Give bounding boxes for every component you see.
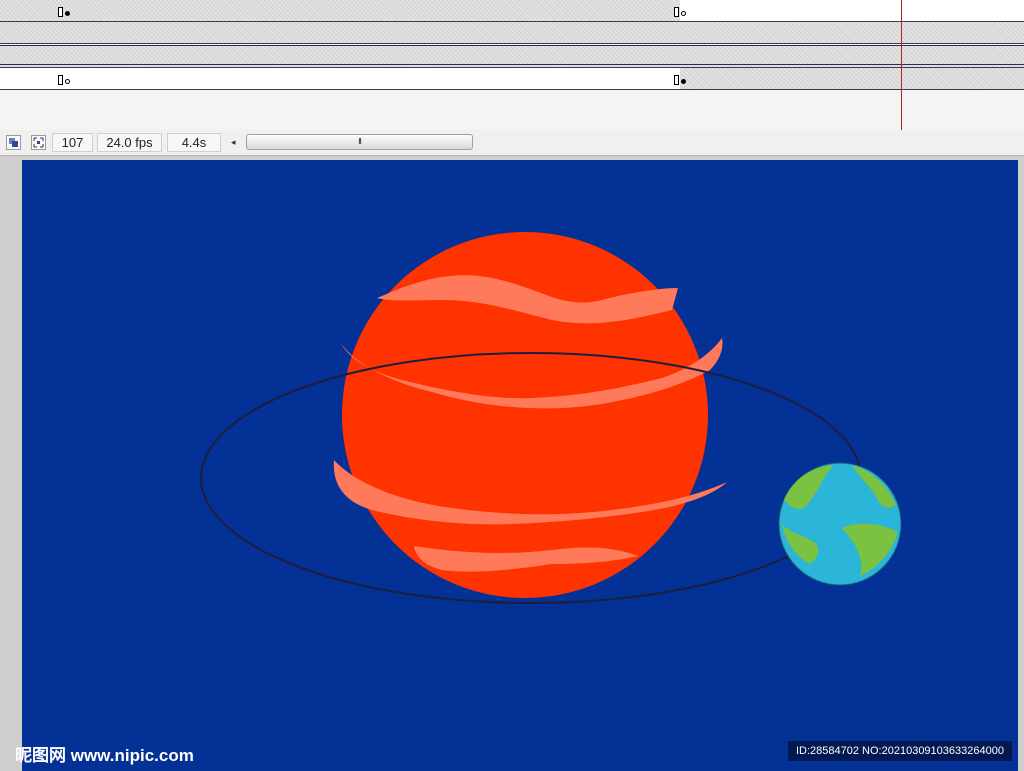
scroll-left-arrow-icon[interactable]: ◂ [231,134,241,151]
red-planet[interactable] [342,232,708,598]
watermark-left: 昵图网 www.nipic.com [15,746,194,765]
layer-4-tween-span [0,68,680,89]
stage-artwork [200,232,902,604]
layer-divider [0,64,1024,65]
keyframe-hollow[interactable] [674,5,686,17]
timeline-panel [0,0,1024,130]
onion-skin-icon[interactable] [31,135,46,150]
timeline-layer-1[interactable] [0,0,1024,22]
center-frame-icon[interactable] [6,135,21,150]
timeline-scrollbar[interactable]: lll [246,134,473,150]
watermark-right: ID:28584702 NO:20210309103633264000 [788,741,1012,761]
timeline-layer-4[interactable] [0,68,1024,90]
keyframe-hollow[interactable] [58,73,70,85]
timeline-status-bar: 107 24.0 fps 4.4s ◂ lll [0,130,1024,156]
timeline-layer-2[interactable] [0,22,1024,44]
scroll-grip-icon[interactable]: lll [358,137,362,146]
earth-planet[interactable] [778,462,902,586]
playhead[interactable] [901,0,902,130]
stage-canvas[interactable] [22,160,1018,771]
layer-1-frames-blank [680,0,1024,21]
elapsed-time-field: 4.4s [167,133,221,152]
keyframe-filled[interactable] [58,5,70,17]
frame-rate-field[interactable]: 24.0 fps [97,133,162,152]
keyframe-filled[interactable] [674,73,686,85]
current-frame-field[interactable]: 107 [52,133,93,152]
